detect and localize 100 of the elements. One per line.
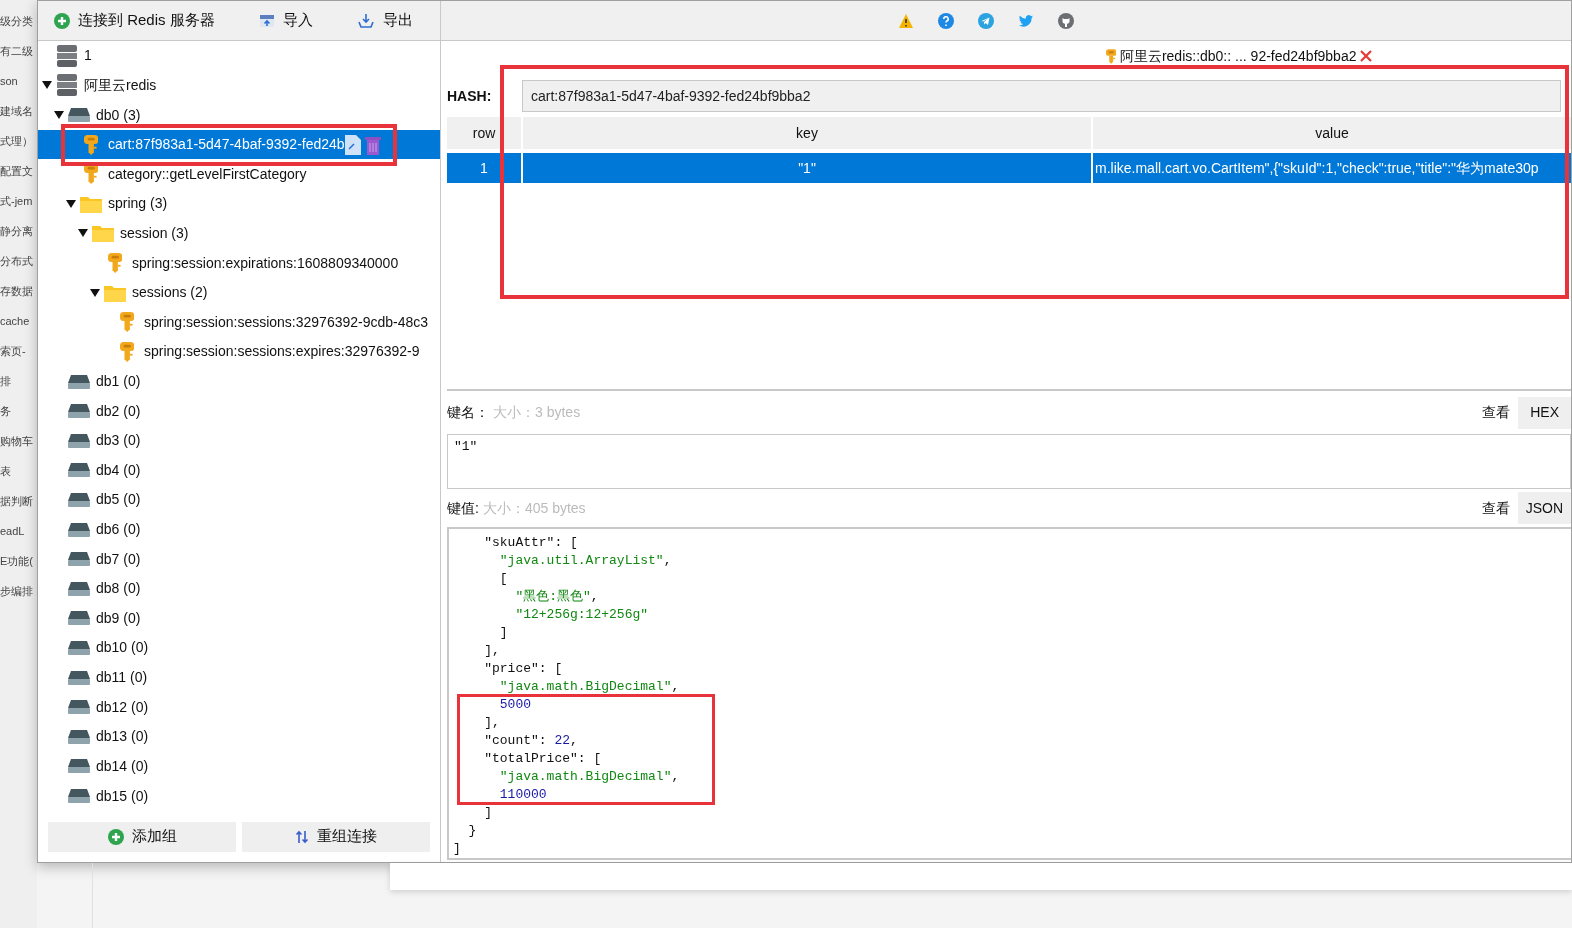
- key-icon: [1105, 47, 1116, 65]
- caret-icon[interactable]: [66, 198, 76, 209]
- table-cell: "1": [523, 153, 1091, 183]
- tree-item[interactable]: 阿里云redis: [38, 70, 440, 101]
- background-text: eadL: [0, 524, 26, 539]
- background-text: 式理）: [0, 134, 34, 149]
- tree-item[interactable]: db2 (0): [38, 396, 440, 426]
- tab[interactable]: 阿里云redis::db0:: ... 92-fed24bf9bba2: [1105, 45, 1373, 67]
- disk-icon: [68, 789, 90, 804]
- tree-item[interactable]: db4 (0): [38, 455, 440, 486]
- tree-item[interactable]: db7 (0): [38, 544, 440, 574]
- tree-item[interactable]: spring:session:sessions:32976392-9cdb-48c3: [38, 307, 440, 338]
- table-cell: 1: [447, 153, 521, 183]
- background-text: 建域名: [0, 104, 34, 119]
- tree-item[interactable]: session (3): [38, 218, 440, 249]
- server-icon: [57, 74, 77, 97]
- value-size-text: 大小：405 bytes: [482, 498, 586, 518]
- code-line: "java.math.BigDecimal",: [498, 768, 681, 786]
- warning-icon[interactable]: [898, 12, 914, 29]
- tree-item[interactable]: spring:session:sessions:expires:32976392-9: [38, 337, 440, 367]
- tree-item[interactable]: db0 (3): [38, 100, 440, 130]
- export-button[interactable]: 导出: [356, 9, 413, 32]
- caret-icon[interactable]: [78, 228, 88, 239]
- background-text: 表: [0, 464, 12, 479]
- connect-button[interactable]: 连接到 Redis 服务器: [54, 9, 215, 32]
- key-icon: [83, 163, 99, 186]
- background-text: 索页-: [0, 344, 27, 359]
- code-line: ]: [498, 624, 509, 642]
- format-button[interactable]: JSON: [1517, 492, 1571, 524]
- code-line: "skuAttr": [: [483, 534, 579, 552]
- code-line: "12+256g:12+256g": [514, 606, 650, 624]
- code-line: 5000: [498, 696, 532, 714]
- tree-item[interactable]: db10 (0): [38, 633, 440, 663]
- key-icon: [83, 133, 99, 156]
- key-name-field[interactable]: cart:87f983a1-5d47-4baf-9392-fed24bf9bba2: [522, 80, 1561, 112]
- disk-icon: [68, 581, 90, 596]
- background-text: 级分类: [0, 14, 34, 29]
- background-text: 静分离: [0, 224, 34, 239]
- disk-icon: [68, 729, 90, 744]
- background-text: 据判断: [0, 494, 34, 509]
- tree-item[interactable]: db14 (0): [38, 751, 440, 782]
- code-line: [: [498, 570, 509, 588]
- background-text: 分布式: [0, 254, 34, 269]
- up-down-arrows-icon: [295, 829, 309, 844]
- disk-icon: [68, 374, 90, 389]
- value-label: 键值:: [447, 498, 479, 518]
- import-button[interactable]: 导入: [258, 9, 313, 32]
- tree-item[interactable]: db5 (0): [38, 485, 440, 515]
- background-text: 购物车: [0, 434, 34, 449]
- column-header[interactable]: row: [447, 117, 521, 149]
- file-link-icon[interactable]: [344, 134, 361, 155]
- plus-icon: [54, 12, 70, 29]
- help-icon[interactable]: [938, 12, 954, 29]
- column-header[interactable]: key: [523, 117, 1091, 149]
- tree-item[interactable]: db6 (0): [38, 514, 440, 545]
- cat-icon[interactable]: [1058, 12, 1074, 29]
- tree-item[interactable]: db8 (0): [38, 573, 440, 604]
- import-icon: [258, 12, 275, 29]
- disk-icon: [68, 404, 90, 419]
- tree-item[interactable]: sessions (2): [38, 277, 440, 308]
- table-row[interactable]: 1 "1" m.like.mall.cart.vo.CartItem",{"skuId":1,"check":true,"title":"华为mate30p: [447, 153, 1571, 183]
- background-text: E功能(: [0, 554, 34, 569]
- column-header[interactable]: value: [1093, 117, 1571, 149]
- code-line: ]: [453, 840, 462, 858]
- tree-item[interactable]: 1: [38, 41, 440, 71]
- table-cell: m.like.mall.cart.vo.CartItem",{"skuId":1,"check":true,"title":"华为mate30p: [1093, 153, 1571, 183]
- value-editor[interactable]: "skuAttr": [ "java.util.ArrayList", [ "黑色:黑色", "12+256g:12+256g" ] ], "price": [ "java.math.BigDecimal", 5000 ], "count": 22, "totalPrice": [ "java.math.BigDecimal", 110000 ] } ]: [447, 527, 1571, 860]
- reorder-button[interactable]: 重组连接: [242, 821, 430, 852]
- tree-item[interactable]: db15 (0): [38, 781, 440, 811]
- paper-plane-icon[interactable]: [978, 12, 994, 29]
- key-name-label: 键名：: [447, 403, 489, 422]
- export-icon: [356, 12, 375, 29]
- background-text: son: [0, 74, 19, 89]
- key-icon: [119, 311, 135, 334]
- tree-item[interactable]: db3 (0): [38, 425, 440, 456]
- close-icon[interactable]: [1360, 50, 1373, 62]
- tree-item[interactable]: db9 (0): [38, 603, 440, 634]
- caret-icon[interactable]: [54, 110, 64, 120]
- background-text: 存数据: [0, 284, 34, 299]
- add-group-button[interactable]: 添加组: [48, 821, 236, 852]
- key-icon: [119, 340, 135, 363]
- folder-icon: [104, 283, 126, 302]
- background-text: cache: [0, 314, 31, 329]
- tree-item[interactable]: category::getLevelFirstCategory: [38, 159, 440, 190]
- code-line: ],: [483, 642, 501, 660]
- key-text-area[interactable]: "1": [447, 434, 1571, 489]
- tree-item[interactable]: db1 (0): [38, 366, 440, 397]
- tree-item[interactable]: db13 (0): [38, 722, 440, 752]
- folder-icon: [92, 224, 114, 243]
- tree-item[interactable]: cart:87f983a1-5d47-4baf-9392-fed24b: [38, 129, 440, 160]
- code-line: 110000: [498, 786, 548, 804]
- code-line: "price": [: [483, 660, 564, 678]
- tree-item[interactable]: db11 (0): [38, 662, 440, 693]
- caret-icon[interactable]: [90, 287, 100, 298]
- tree-item[interactable]: spring:session:expirations:1608809340000: [38, 248, 440, 278]
- code-line: ],: [483, 714, 501, 732]
- tree-item[interactable]: db12 (0): [38, 692, 440, 722]
- tree-item[interactable]: spring (3): [38, 189, 440, 219]
- caret-icon[interactable]: [42, 80, 52, 91]
- format-button[interactable]: HEX: [1518, 396, 1571, 429]
